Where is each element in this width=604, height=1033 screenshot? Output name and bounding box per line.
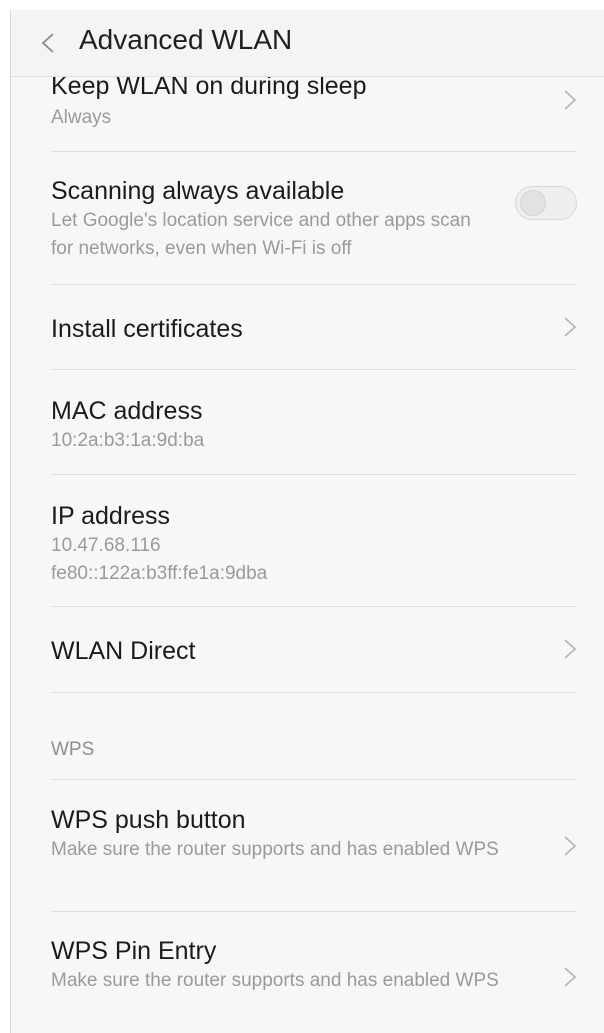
keep-wlan-value: Always xyxy=(51,107,112,128)
mac-address-title: MAC address xyxy=(51,397,203,425)
page-title: Advanced WLAN xyxy=(79,24,293,55)
ip-address-title: IP address xyxy=(51,502,171,530)
wps-section-header: WPS xyxy=(51,692,577,780)
ipv4-address-value: 10.47.68.116 xyxy=(51,535,161,556)
mac-address-row: MAC address 10:2a:b3:1a:9d:ba xyxy=(51,369,577,475)
settings-screen: Keep WLAN on during sleep Always Scannin… xyxy=(10,10,604,1033)
chevron-right-icon xyxy=(564,90,577,110)
scanning-toggle[interactable] xyxy=(515,186,577,220)
install-certificates-title: Install certificates xyxy=(51,315,243,343)
ipv6-address-value: fe80::122a:b3ff:fe1a:9dba xyxy=(51,563,268,584)
wps-push-button-row[interactable]: WPS push button Make sure the router sup… xyxy=(51,779,577,912)
toggle-knob xyxy=(520,190,546,216)
chevron-right-icon xyxy=(564,836,577,856)
chevron-right-icon xyxy=(564,639,577,659)
wlan-direct-title: WLAN Direct xyxy=(51,637,196,665)
scanning-description: Let Google's location service and other … xyxy=(51,210,471,259)
wps-push-title: WPS push button xyxy=(51,806,246,834)
wps-section-label: WPS xyxy=(51,739,95,760)
action-bar: Advanced WLAN xyxy=(11,10,604,77)
ip-address-row: IP address 10.47.68.116 fe80::122a:b3ff:… xyxy=(51,474,577,607)
chevron-right-icon xyxy=(564,967,577,987)
chevron-left-icon[interactable] xyxy=(35,28,59,58)
wps-pin-title: WPS Pin Entry xyxy=(51,937,217,965)
wps-push-description: Make sure the router supports and has en… xyxy=(51,839,499,860)
chevron-right-icon xyxy=(564,317,577,337)
install-certificates-row[interactable]: Install certificates xyxy=(51,284,577,370)
wps-pin-entry-row[interactable]: WPS Pin Entry Make sure the router suppo… xyxy=(51,911,577,1033)
scanning-always-available-row[interactable]: Scanning always available Let Google's l… xyxy=(51,151,577,285)
settings-list: Keep WLAN on during sleep Always Scannin… xyxy=(11,10,604,1033)
wps-pin-description: Make sure the router supports and has en… xyxy=(51,970,499,991)
wlan-direct-row[interactable]: WLAN Direct xyxy=(51,606,577,693)
mac-address-value: 10:2a:b3:1a:9d:ba xyxy=(51,430,205,451)
scanning-title: Scanning always available xyxy=(51,177,345,205)
